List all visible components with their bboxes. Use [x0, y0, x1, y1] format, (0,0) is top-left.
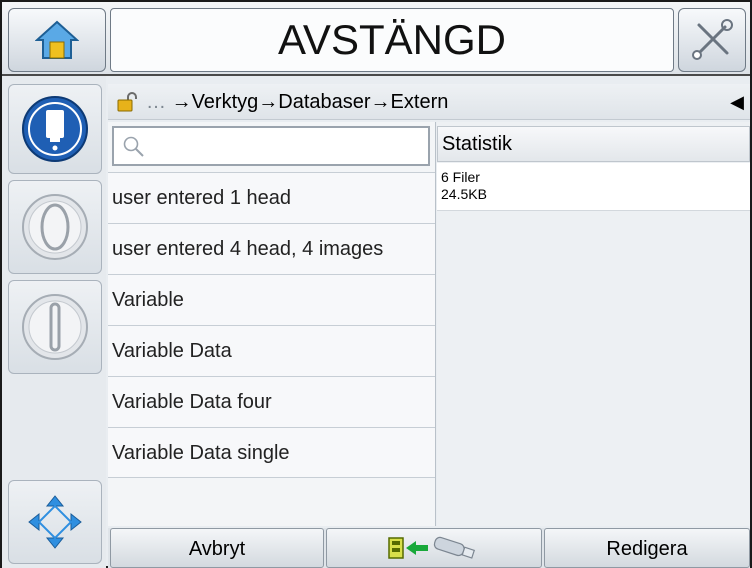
list-item[interactable]: Variable	[108, 274, 435, 325]
file-count: 6 Filer	[441, 169, 480, 185]
stop-button[interactable]	[8, 280, 102, 374]
list-item[interactable]: user entered 4 head, 4 images	[108, 223, 435, 274]
breadcrumb-item-tools[interactable]: →Verktyg	[172, 91, 259, 113]
tools-icon	[692, 19, 733, 60]
back-arrow-icon[interactable]: ◀	[730, 84, 744, 120]
navigation-arrows-icon	[28, 495, 82, 549]
statistics-panel: Statistik 6 Filer 24.5KB	[437, 122, 750, 526]
usb-import-icon	[388, 536, 476, 559]
left-sidebar	[2, 76, 106, 568]
start-icon	[22, 194, 88, 260]
edit-button[interactable]: Redigera	[544, 528, 750, 568]
app-frame: AVSTÄNGD … →Verktyg→Databaser→Extern ◀ u…	[0, 0, 752, 568]
breadcrumb-ellipsis: …	[146, 91, 166, 113]
top-bar: AVSTÄNGD	[2, 2, 750, 76]
breadcrumb: … →Verktyg→Databaser→Extern ◀	[108, 84, 750, 120]
start-button[interactable]	[8, 180, 102, 274]
file-list: user entered 1 head user entered 4 head,…	[108, 172, 435, 478]
printhead-icon	[22, 96, 88, 162]
list-item[interactable]: user entered 1 head	[108, 172, 435, 223]
breadcrumb-item-external: →Extern	[370, 91, 449, 113]
breadcrumb-item-databases[interactable]: →Databaser	[258, 91, 370, 113]
stop-icon	[22, 294, 88, 360]
usb-import-button[interactable]	[326, 528, 542, 568]
home-icon	[35, 20, 79, 59]
cancel-button[interactable]: Avbryt	[110, 528, 324, 568]
printer-status: AVSTÄNGD	[110, 8, 674, 72]
search-input[interactable]	[112, 126, 430, 166]
file-list-panel: user entered 1 head user entered 4 head,…	[108, 122, 436, 526]
home-button[interactable]	[8, 8, 106, 72]
bottom-bar: Avbryt Redigera	[108, 528, 750, 568]
list-item[interactable]: Variable Data	[108, 325, 435, 376]
search-icon	[123, 136, 144, 157]
list-item[interactable]: Variable Data single	[108, 427, 435, 478]
unlocked-padlock-icon	[117, 92, 137, 112]
statistics-header: Statistik	[437, 126, 750, 162]
tools-button[interactable]	[678, 8, 746, 72]
breadcrumb-path: … →Verktyg→Databaser→Extern	[146, 84, 448, 120]
total-size: 24.5KB	[441, 186, 487, 202]
statistics-body: 6 Filer 24.5KB	[437, 163, 750, 211]
list-item[interactable]: Variable Data four	[108, 376, 435, 427]
printhead-button[interactable]	[8, 84, 102, 174]
navigation-button[interactable]	[8, 480, 102, 564]
